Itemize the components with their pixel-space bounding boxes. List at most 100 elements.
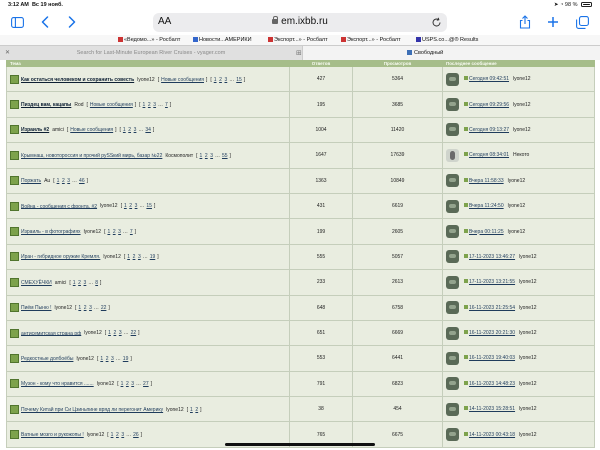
topic-title-link[interactable]: Поржать (21, 178, 41, 184)
page-link[interactable]: 3 (134, 127, 137, 133)
page-link[interactable]: 1 (78, 305, 81, 311)
page-link[interactable]: 3 (67, 178, 70, 184)
page-link[interactable]: 7 (165, 102, 168, 108)
user-avatar[interactable] (446, 225, 459, 239)
tab-vyager[interactable]: ✕ Search for Last-Minute European River … (0, 46, 302, 60)
page-link[interactable]: 3 (131, 381, 134, 387)
page-link[interactable]: 3 (210, 153, 213, 159)
page-link[interactable]: 3 (138, 254, 141, 260)
user-avatar[interactable] (446, 148, 459, 162)
add-tab-icon[interactable]: ⊞ (296, 49, 302, 57)
page-link[interactable]: 46 (79, 178, 85, 184)
topic-title-link[interactable]: Почему Китай при Си Цзиньпине вряд ли пе… (21, 407, 163, 413)
user-avatar[interactable] (446, 402, 459, 416)
topic-title-link[interactable]: Крымнаш, новотороссия и прочий руSSкий м… (21, 153, 162, 159)
page-link[interactable]: 2 (84, 305, 87, 311)
last-post-link[interactable]: Вчера 11:24:50 (469, 203, 504, 209)
favorite-link[interactable]: «Ведомо...» - Росбалт (118, 37, 180, 43)
page-link[interactable]: 2 (62, 178, 65, 184)
page-link[interactable]: 1 (123, 127, 126, 133)
reload-icon[interactable] (431, 15, 442, 33)
page-link[interactable]: 7 (130, 229, 133, 235)
new-posts-link[interactable]: Новые сообщения (70, 127, 113, 133)
topic-title-link[interactable]: Война - сообщения с фронта. #2 (21, 203, 97, 209)
page-link[interactable]: 19 (150, 254, 156, 260)
page-link[interactable]: 3 (89, 305, 92, 311)
last-post-link[interactable]: Сегодня 09:13:27 (469, 127, 509, 133)
user-avatar[interactable] (446, 351, 459, 365)
last-post-link[interactable]: Сегодня 08:34:01 (469, 152, 509, 158)
last-post-link[interactable]: 16-11-2023 21:25:54 (469, 305, 515, 311)
page-link[interactable]: 3 (118, 229, 121, 235)
page-link[interactable]: 2 (219, 77, 222, 83)
last-post-link[interactable]: Вчера 11:58:33 (469, 178, 504, 184)
topic-title-link[interactable]: Как остаться человеком и сохранить совес… (21, 77, 134, 83)
close-tab-icon[interactable]: ✕ (5, 49, 10, 56)
page-link[interactable]: 2 (205, 153, 208, 159)
topic-title-link[interactable]: антисемитская страна рф (21, 330, 81, 336)
user-avatar[interactable] (446, 72, 459, 86)
new-posts-link[interactable]: Новые сообщения (90, 102, 133, 108)
page-link[interactable]: 1 (108, 330, 111, 336)
page-link[interactable]: 2 (113, 229, 116, 235)
user-avatar[interactable] (446, 174, 459, 188)
page-link[interactable]: 3 (119, 330, 122, 336)
share-icon[interactable] (517, 14, 533, 30)
forward-icon[interactable] (64, 14, 80, 30)
page-link[interactable]: 1 (107, 229, 110, 235)
page-link[interactable]: 1 (111, 432, 114, 438)
user-avatar[interactable] (446, 123, 459, 137)
topic-title-link[interactable]: Иран - гибридное оружие Кремля. (21, 254, 100, 260)
favorite-link[interactable]: Новости...АМЕРИКИ (193, 37, 252, 43)
user-avatar[interactable] (446, 98, 459, 112)
favorite-link[interactable]: Экспорт...» - Росбалт (341, 37, 401, 43)
user-avatar[interactable] (446, 377, 459, 391)
page-link[interactable]: 1 (190, 407, 193, 413)
sidebar-icon[interactable] (9, 14, 25, 30)
last-post-link[interactable]: 14-11-2023 00:43:18 (469, 432, 515, 438)
tabs-overview-icon[interactable] (574, 14, 590, 30)
tab-active-forum[interactable]: Свободный (302, 46, 600, 60)
page-link[interactable]: 2 (78, 280, 81, 286)
page-link[interactable]: 1 (200, 153, 203, 159)
user-avatar[interactable] (446, 250, 459, 264)
last-post-link[interactable]: 16-11-2023 19:40:03 (469, 355, 515, 361)
page-link[interactable]: 1 (214, 77, 217, 83)
last-post-link[interactable]: 14-11-2023 15:28:51 (469, 406, 515, 412)
last-post-link[interactable]: 17-11-2023 13:46:27 (469, 254, 515, 260)
favorite-link[interactable]: USPS.co...@® Results (416, 37, 478, 43)
page-link[interactable]: 8 (95, 280, 98, 286)
page-link[interactable]: 3 (135, 203, 138, 209)
user-avatar[interactable] (446, 199, 459, 213)
page-link[interactable]: 26 (133, 432, 139, 438)
page-link[interactable]: 1 (73, 280, 76, 286)
page-link[interactable]: 3 (111, 356, 114, 362)
page-link[interactable]: 1 (121, 381, 124, 387)
topic-title-link[interactable]: Ватные мозго и рукожопы ! (21, 432, 84, 438)
back-icon[interactable] (37, 14, 53, 30)
topic-title-link[interactable]: Израиль - в фотографиях (21, 229, 81, 235)
page-link[interactable]: 22 (101, 305, 107, 311)
topic-title-link[interactable]: Редкостные долбоёбы (21, 356, 73, 362)
page-link[interactable]: 34 (145, 127, 151, 133)
page-link[interactable]: 2 (126, 381, 129, 387)
topic-title-link[interactable]: Израиль #2 (21, 127, 49, 133)
user-avatar[interactable] (446, 301, 459, 315)
page-link[interactable]: 2 (129, 203, 132, 209)
user-avatar[interactable] (446, 428, 459, 442)
page-link[interactable]: 2 (113, 330, 116, 336)
page-link[interactable]: 1 (124, 203, 127, 209)
favorite-link[interactable]: Экспорт...» - Росбалт (268, 37, 328, 43)
last-post-link[interactable]: 16-11-2023 14:48:23 (469, 381, 515, 387)
page-link[interactable]: 2 (195, 407, 198, 413)
page-link[interactable]: 22 (131, 330, 137, 336)
page-link[interactable]: 2 (148, 102, 151, 108)
page-link[interactable]: 2 (133, 254, 136, 260)
last-post-link[interactable]: 16-11-2023 20:21:30 (469, 330, 515, 336)
topic-title-link[interactable]: Пиздец вам, кацапы (21, 102, 71, 108)
page-link[interactable]: 27 (143, 381, 149, 387)
topic-title-link[interactable]: СМЕХУЁЧКИ (21, 280, 52, 286)
page-link[interactable]: 1 (100, 356, 103, 362)
page-link[interactable]: 15 (236, 77, 242, 83)
new-posts-link[interactable]: Новые сообщения (161, 77, 204, 83)
